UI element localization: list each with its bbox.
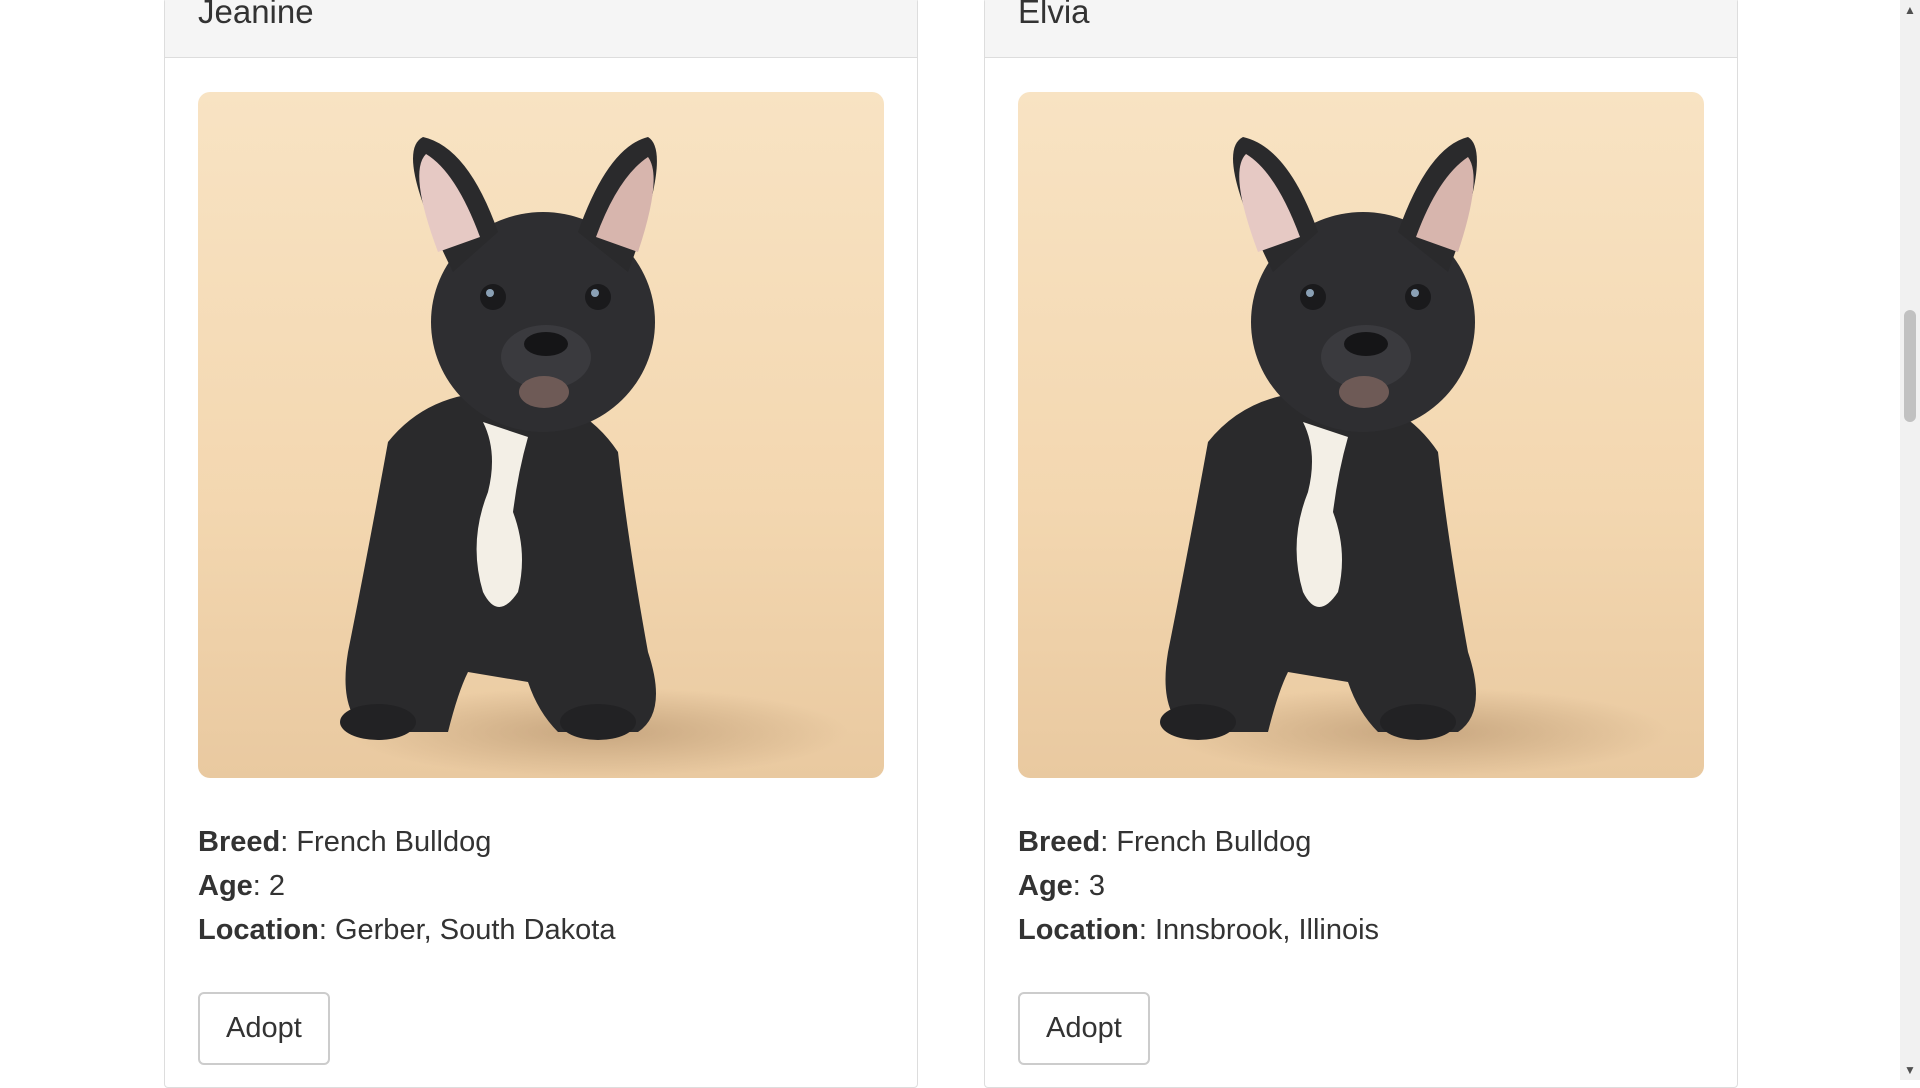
separator: : <box>1072 870 1089 902</box>
location-line: Location: Innsbrook, Illinois <box>1018 908 1704 952</box>
adopt-button[interactable]: Adopt <box>1018 992 1150 1065</box>
adopt-button[interactable]: Adopt <box>198 992 330 1065</box>
age-label: Age <box>1018 870 1073 902</box>
separator: : <box>252 870 269 902</box>
vertical-scrollbar[interactable]: ▲ ▼ <box>1900 0 1920 1080</box>
age-value: 3 <box>1088 870 1106 902</box>
separator: : <box>280 826 297 858</box>
breed-line: Breed: French Bulldog <box>1018 820 1704 864</box>
location-label: Location <box>1018 914 1139 946</box>
dog-info: Breed: French Bulldog Age: 3 Location: I… <box>1018 820 1704 952</box>
breed-line: Breed: French Bulldog <box>198 820 884 864</box>
age-value: 2 <box>268 870 286 902</box>
card-header: Jeanine <box>165 0 917 58</box>
dog-photo <box>1018 92 1704 778</box>
location-value: Gerber, South Dakota <box>334 914 616 946</box>
scroll-down-arrow-icon[interactable]: ▼ <box>1900 1060 1920 1080</box>
breed-value: French Bulldog <box>296 826 492 858</box>
card-header: Elvia <box>985 0 1737 58</box>
location-value: Innsbrook, Illinois <box>1154 914 1380 946</box>
age-line: Age: 2 <box>198 864 884 908</box>
breed-value: French Bulldog <box>1116 826 1312 858</box>
separator: : <box>1100 826 1117 858</box>
age-line: Age: 3 <box>1018 864 1704 908</box>
dog-card: Elvia Breed: French Bulldog Age: 3 Locat… <box>984 0 1738 1088</box>
breed-label: Breed <box>1018 826 1101 858</box>
dog-name: Jeanine <box>198 0 314 30</box>
separator: : <box>1138 914 1155 946</box>
location-line: Location: Gerber, South Dakota <box>198 908 884 952</box>
card-body: Breed: French Bulldog Age: 2 Location: G… <box>165 58 917 1065</box>
scroll-up-arrow-icon[interactable]: ▲ <box>1900 0 1920 20</box>
dog-card: Jeanine Breed: French Bulldog Age: 2 Loc… <box>164 0 918 1088</box>
location-label: Location <box>198 914 319 946</box>
dog-name: Elvia <box>1018 0 1090 30</box>
dog-info: Breed: French Bulldog Age: 2 Location: G… <box>198 820 884 952</box>
age-label: Age <box>198 870 253 902</box>
dog-photo <box>198 92 884 778</box>
card-body: Breed: French Bulldog Age: 3 Location: I… <box>985 58 1737 1065</box>
scrollbar-thumb[interactable] <box>1904 310 1916 422</box>
breed-label: Breed <box>198 826 281 858</box>
separator: : <box>318 914 335 946</box>
